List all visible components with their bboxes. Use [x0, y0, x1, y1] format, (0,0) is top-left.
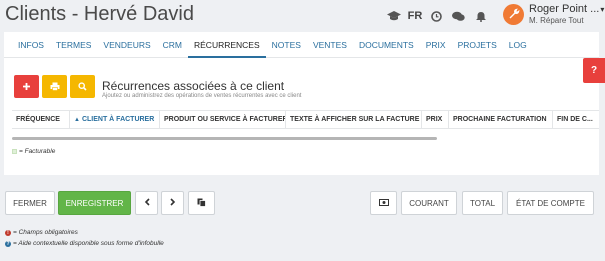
clock-icon[interactable] [427, 8, 446, 24]
search-button[interactable] [70, 75, 95, 98]
tab-prix[interactable]: PRIX [420, 32, 452, 58]
copy-icon [197, 198, 206, 209]
statement-email-button[interactable] [370, 191, 397, 215]
billable-swatch [12, 149, 17, 154]
col-frequence[interactable]: FRÉQUENCE [12, 111, 70, 129]
section-title: Récurrences associées à ce client [102, 79, 285, 93]
tab-crm[interactable]: CRM [157, 32, 188, 58]
chevron-right-icon [169, 198, 176, 208]
tab-notes[interactable]: NOTES [266, 32, 307, 58]
col-client-a-facturer-label: CLIENT À FACTURER [81, 116, 155, 123]
col-produit-service[interactable]: PRODUIT OU SERVICE À FACTURER [160, 111, 286, 129]
section-subtitle: Ajoutez ou administrez des opérations de… [102, 93, 302, 99]
tab-documents[interactable]: DOCUMENTS [353, 32, 420, 58]
col-prochaine-facturation[interactable]: PROCHAINE FACTURATION [449, 111, 553, 129]
billable-legend: = Facturable [12, 148, 55, 155]
col-texte-facture[interactable]: TEXTE À AFFICHER SUR LA FACTURE [286, 111, 422, 129]
tab-vendeurs[interactable]: VENDEURS [97, 32, 156, 58]
tab-projets[interactable]: PROJETS [452, 32, 503, 58]
client-card: INFOS TERMES VENDEURS CRM RÉCURRENCES NO… [4, 32, 599, 175]
plus-icon [22, 78, 31, 96]
help-tab-label: ? [590, 65, 598, 76]
col-client-a-facturer[interactable]: ▲ CLIENT À FACTURER [70, 111, 160, 129]
user-name-menu[interactable]: Roger Point ...▾ [529, 3, 604, 15]
language-selector[interactable]: FR [406, 8, 424, 24]
print-button[interactable] [42, 75, 67, 98]
col-fin-de[interactable]: FIN DE C... [553, 111, 599, 129]
tab-infos[interactable]: INFOS [12, 32, 50, 58]
account-statement-button[interactable]: ÉTAT DE COMPTE [507, 191, 594, 215]
next-button[interactable] [161, 191, 184, 215]
chevron-left-icon [144, 198, 150, 208]
search-icon [78, 78, 87, 96]
tab-termes[interactable]: TERMES [50, 32, 97, 58]
add-recurrence-button[interactable] [14, 75, 39, 98]
help-note-text: = Aide contextuelle disponible sous form… [13, 240, 164, 247]
billable-legend-text: = Facturable [19, 148, 56, 155]
exclamation-icon: ! [5, 229, 11, 236]
col-prix[interactable]: PRIX [422, 111, 449, 129]
user-avatar[interactable] [503, 4, 524, 25]
previous-button[interactable] [135, 191, 158, 215]
horizontal-scrollbar[interactable] [12, 137, 437, 140]
table-header: FRÉQUENCE ▲ CLIENT À FACTURER PRODUIT OU … [12, 110, 599, 129]
money-icon [378, 198, 389, 208]
required-note-text: = Champs obligatoires [13, 229, 78, 236]
save-button[interactable]: ENREGISTRER [58, 191, 131, 215]
top-icons: FR [384, 8, 493, 24]
tab-ventes[interactable]: VENTES [307, 32, 353, 58]
tab-log[interactable]: LOG [503, 32, 533, 58]
close-button[interactable]: FERMER [5, 191, 55, 215]
tab-bar: INFOS TERMES VENDEURS CRM RÉCURRENCES NO… [4, 32, 599, 58]
help-tab[interactable]: ? [583, 58, 605, 83]
total-button[interactable]: TOTAL [462, 191, 503, 215]
bell-icon[interactable] [471, 8, 490, 24]
help-note: ? = Aide contextuelle disponible sous fo… [5, 240, 164, 247]
page-title: Clients - Hervé David [5, 3, 194, 25]
print-icon [50, 78, 60, 96]
question-icon: ? [5, 240, 11, 247]
user-company: M. Répare Tout [529, 16, 584, 25]
user-name: Roger Point ... [529, 3, 600, 15]
sort-asc-icon: ▲ [74, 117, 80, 123]
graduation-cap-icon[interactable] [384, 8, 403, 24]
current-button[interactable]: COURANT [401, 191, 457, 215]
top-bar: Clients - Hervé David FR Roger Point ...… [0, 0, 605, 30]
caret-down-icon: ▾ [600, 5, 605, 14]
chat-icon[interactable] [449, 8, 468, 24]
tab-recurrences[interactable]: RÉCURRENCES [188, 32, 266, 58]
copy-button[interactable] [188, 191, 215, 215]
required-note: ! = Champs obligatoires [5, 229, 78, 236]
